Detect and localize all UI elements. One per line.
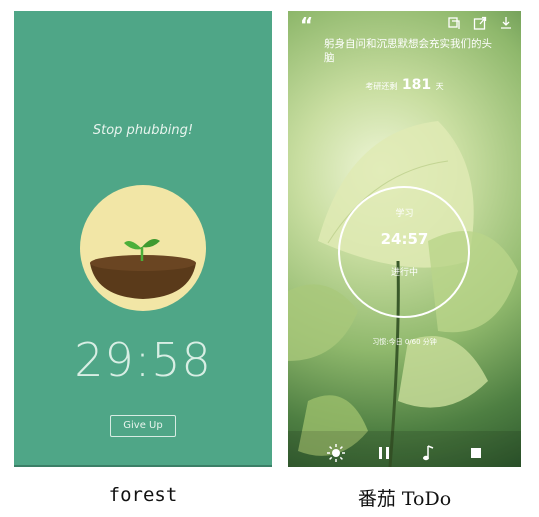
control-bar — [288, 443, 521, 463]
todo-timer: 24:57 — [380, 230, 429, 248]
give-up-button[interactable]: Give Up — [110, 415, 176, 437]
brightness-icon[interactable] — [326, 443, 346, 463]
countdown-days: 181 — [401, 77, 432, 93]
countdown-suffix: 天 — [435, 82, 444, 91]
forest-bottom-bar — [14, 465, 272, 467]
todo-caption: 番茄 ToDo — [357, 488, 452, 510]
copy-icon[interactable] — [447, 15, 461, 29]
download-icon[interactable] — [499, 15, 513, 29]
todo-screen: “ 躬身自问和沉思默想会充实我们的头脑 考研还剩 181 天 学习 24:57 … — [288, 11, 521, 467]
countdown-prefix: 考研还剩 — [365, 82, 398, 91]
motivation-quote: 躬身自问和沉思默想会充实我们的头脑 — [324, 38, 492, 64]
pause-icon[interactable] — [374, 443, 394, 463]
quote-mark: “ — [300, 13, 314, 37]
stop-icon[interactable] — [466, 443, 486, 463]
tree-circle — [80, 185, 206, 311]
forest-title: Stop phubbing! — [92, 123, 194, 138]
forest-screen: Stop phubbing! 29:58 Give Up — [14, 11, 272, 467]
exam-countdown: 考研还剩 181 天 — [288, 77, 521, 93]
sprout-pot-icon — [90, 239, 196, 299]
task-status: 进行中 — [390, 268, 418, 278]
forest-caption: forest — [108, 484, 178, 506]
top-toolbar — [447, 15, 513, 30]
share-icon[interactable] — [473, 15, 487, 30]
forest-timer: 29:58 — [74, 333, 212, 387]
music-icon[interactable] — [420, 443, 440, 463]
habit-stats: 习惯:今日 0/60 分钟 — [372, 338, 437, 346]
task-name: 学习 — [395, 209, 414, 219]
